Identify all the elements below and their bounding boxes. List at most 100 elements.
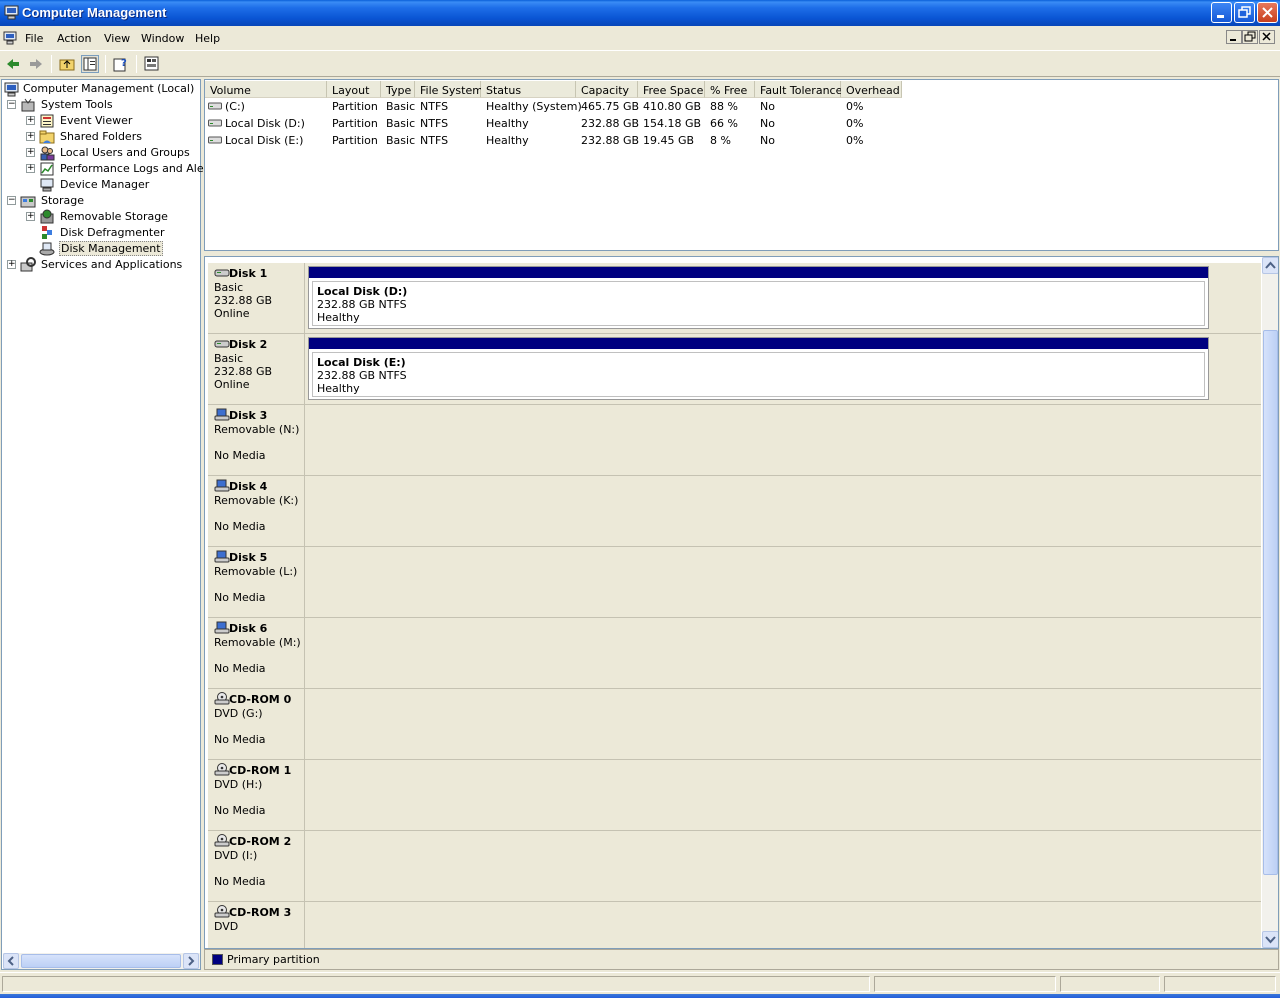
disk-label[interactable]: CD-ROM 0 DVD (G:) No Media [208,689,305,759]
disk-label[interactable]: Disk 5 Removable (L:) No Media [208,547,305,617]
tree-item-disk-defragmenter[interactable]: Disk Defragmenter [39,225,199,241]
disk-label[interactable]: Disk 3 Removable (N:) No Media [208,405,305,475]
tree-item-removable-storage[interactable]: Removable Storage [39,209,199,225]
forward-arrow-icon[interactable] [27,55,45,73]
properties-help-icon[interactable]: ? [112,55,130,73]
mdi-close-button[interactable] [1259,30,1275,44]
removable-storage-icon [40,209,54,224]
scroll-left-button[interactable] [3,953,19,969]
disk-row[interactable]: Disk 5 Removable (L:) No Media [208,547,1261,618]
close-button[interactable] [1257,2,1278,23]
disk-row[interactable]: Disk 3 Removable (N:) No Media [208,405,1261,476]
disk-label[interactable]: Disk 2 Basic 232.88 GB Online [208,334,305,404]
back-arrow-icon[interactable] [4,55,22,73]
table-row[interactable]: (C:) Partition Basic NTFS Healthy (Syste… [205,99,1275,116]
disk-row[interactable]: Disk 1 Basic 232.88 GB Online Local Disk… [208,263,1261,334]
disk-row[interactable]: Disk 6 Removable (M:) No Media [208,618,1261,689]
disk-label[interactable]: CD-ROM 2 DVD (I:) No Media [208,831,305,901]
column-header-volume[interactable]: Volume [205,81,327,98]
minimize-button[interactable] [1211,2,1232,23]
disk-view-icon[interactable] [143,55,161,73]
show-hide-tree-button[interactable] [81,55,99,73]
disk-row[interactable]: CD-ROM 0 DVD (G:) No Media [208,689,1261,760]
disk-row[interactable]: CD-ROM 1 DVD (H:) No Media [208,760,1261,831]
column-header-file-system[interactable]: File System [415,81,483,98]
tree-item-local-users[interactable]: Local Users and Groups [39,145,199,161]
tree-item-performance-logs[interactable]: Performance Logs and Alerts [39,161,218,177]
volume-free-space: 154.18 GB [643,117,702,130]
tree-item-shared-folders[interactable]: Shared Folders [39,129,199,145]
column-header-free-space[interactable]: Free Space [638,81,705,98]
table-row[interactable]: Local Disk (D:) Partition Basic NTFS Hea… [205,116,1275,133]
primary-partition-bar [309,338,1208,349]
volume-list[interactable]: Volume Layout Type File System Status Ca… [204,79,1279,251]
disk-label[interactable]: Disk 6 Removable (M:) No Media [208,618,305,688]
column-header-type[interactable]: Type [381,81,415,98]
disk-type: DVD (I:) [214,849,258,862]
scroll-thumb[interactable] [21,954,181,968]
column-header-percent-free[interactable]: % Free [705,81,755,98]
mdi-restore-button[interactable] [1242,30,1258,44]
tree-label: System Tools [41,98,113,111]
column-header-overhead[interactable]: Overhead [841,81,902,98]
menu-action[interactable]: Action [57,32,91,45]
expand-toggle[interactable]: + [26,116,35,125]
menu-help[interactable]: Help [195,32,220,45]
tree-item-storage[interactable]: Storage [20,193,200,209]
disk-type: Removable (L:) [214,565,298,578]
scroll-up-button[interactable] [1262,257,1278,274]
scroll-thumb[interactable] [1263,330,1278,875]
expand-toggle[interactable]: + [26,212,35,221]
disk-view-vertical-scrollbar[interactable] [1262,257,1278,948]
disk-label[interactable]: CD-ROM 3 DVD [208,902,305,948]
expand-toggle[interactable]: + [26,148,35,157]
window-title: Computer Management [22,5,167,20]
partition-block[interactable]: Local Disk (D:) 232.88 GB NTFS Healthy [308,266,1209,329]
tree-item-disk-management[interactable]: Disk Management [39,241,199,257]
title-bar[interactable]: Computer Management [0,0,1280,26]
disk-row[interactable]: CD-ROM 3 DVD [208,902,1261,948]
disk-label[interactable]: Disk 4 Removable (K:) No Media [208,476,305,546]
expand-toggle[interactable]: + [26,132,35,141]
removable-disk-icon [214,550,230,563]
collapse-toggle[interactable]: − [7,196,16,205]
expand-toggle[interactable]: + [26,164,35,173]
column-header-status[interactable]: Status [481,81,576,98]
tree-item-computer-management[interactable]: Computer Management (Local) [4,81,199,97]
menu-window[interactable]: Window [141,32,184,45]
volume-percent-free: 66 % [710,117,738,130]
restore-button[interactable] [1234,2,1255,23]
console-tree[interactable]: Computer Management (Local) − System Too… [1,79,218,970]
table-row[interactable]: Local Disk (E:) Partition Basic NTFS Hea… [205,133,1275,150]
disk-row[interactable]: Disk 4 Removable (K:) No Media [208,476,1261,547]
partition-block[interactable]: Local Disk (E:) 232.88 GB NTFS Healthy [308,337,1209,400]
expand-toggle[interactable]: + [7,260,16,269]
computer-management-icon[interactable] [3,31,18,45]
tree-horizontal-scrollbar[interactable] [3,953,200,969]
disk-graphical-view[interactable]: Disk 1 Basic 232.88 GB Online Local Disk… [204,256,1279,949]
tree-item-system-tools[interactable]: System Tools [20,97,200,113]
scroll-down-button[interactable] [1262,931,1278,948]
volume-name: Local Disk (D:) [225,117,305,130]
volume-overhead: 0% [846,100,864,113]
tree-item-services-applications[interactable]: Services and Applications [20,257,200,273]
disk-status: No Media [214,804,266,817]
column-header-layout[interactable]: Layout [327,81,381,98]
scroll-right-button[interactable] [183,953,199,969]
tree-item-event-viewer[interactable]: Event Viewer [39,113,199,129]
up-folder-icon[interactable] [58,55,76,73]
collapse-toggle[interactable]: − [7,100,16,109]
menu-view[interactable]: View [104,32,130,45]
disk-row[interactable]: Disk 2 Basic 232.88 GB Online Local Disk… [208,334,1261,405]
column-header-fault-tolerance[interactable]: Fault Tolerance [755,81,842,98]
disk-row[interactable]: CD-ROM 2 DVD (I:) No Media [208,831,1261,902]
toolbar-separator [51,55,52,73]
tree-item-device-manager[interactable]: Device Manager [39,177,199,193]
disk-label[interactable]: CD-ROM 1 DVD (H:) No Media [208,760,305,830]
disk-label[interactable]: Disk 1 Basic 232.88 GB Online [208,263,305,333]
menu-file[interactable]: File [25,32,43,45]
column-header-capacity[interactable]: Capacity [576,81,638,98]
cdrom-icon [214,834,230,847]
partition-details: Local Disk (D:) 232.88 GB NTFS Healthy [312,281,1205,326]
mdi-minimize-button[interactable] [1226,30,1242,44]
